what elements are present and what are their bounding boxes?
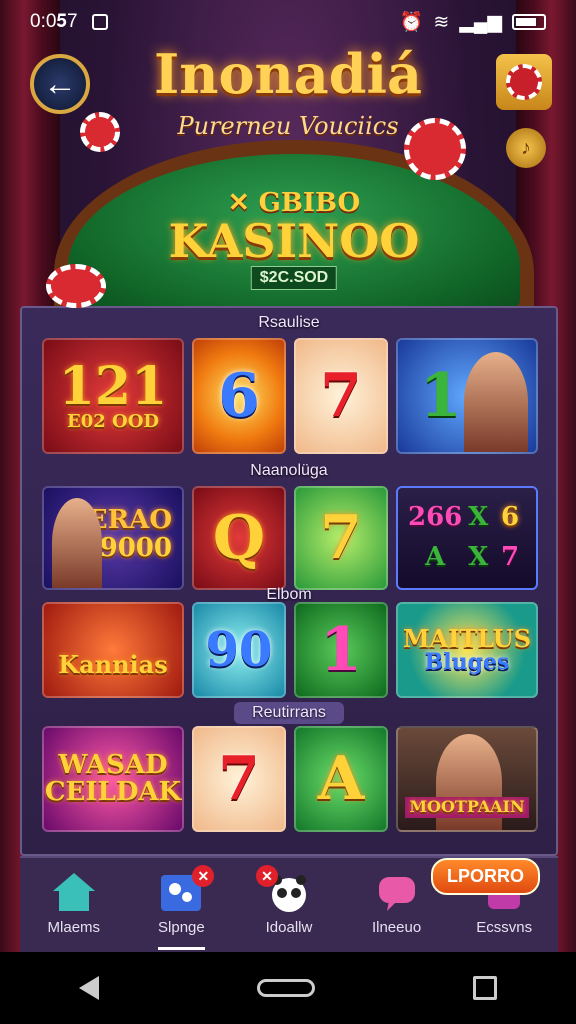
game-tile[interactable]: 7 bbox=[294, 486, 388, 590]
game-title: Q bbox=[212, 503, 266, 573]
game-subtitle: Bluges bbox=[424, 649, 510, 676]
game-title: 7 bbox=[320, 361, 362, 431]
game-title: 121 bbox=[58, 355, 168, 417]
game-tile[interactable]: Q bbox=[192, 486, 286, 590]
roulette-icon bbox=[506, 64, 542, 100]
nav-item-games[interactable]: ✕ Slpnge bbox=[128, 858, 236, 952]
game-title: MAITLUS bbox=[402, 623, 532, 653]
game-tile[interactable]: 90 bbox=[192, 602, 286, 698]
game-tile[interactable]: WASAD CEILDAK bbox=[42, 726, 184, 832]
nav-label: Ecssvns bbox=[476, 919, 533, 936]
game-title: 1 bbox=[420, 361, 462, 431]
status-time: 0:0𝟓7 bbox=[30, 11, 78, 32]
game-tile[interactable]: 1 bbox=[294, 602, 388, 698]
game-subtitle: E02 OOD bbox=[66, 410, 159, 432]
panda-icon: ✕ bbox=[255, 865, 312, 913]
game-tile[interactable]: MOOTPAAIN bbox=[396, 726, 538, 832]
active-tab-indicator bbox=[157, 947, 206, 950]
nav-badge: ✕ bbox=[255, 865, 278, 887]
game-title: Kannias bbox=[58, 650, 168, 680]
poker-chip-icon bbox=[80, 112, 120, 152]
nav-label: Mlaems bbox=[47, 919, 101, 936]
games-panel: Rsaulise 121 E02 OOD 6 7 1 Naanolüga ERA… bbox=[20, 306, 558, 856]
dealer-avatar bbox=[464, 352, 528, 452]
casino-table-banner[interactable]: ✕ GBIBO KASINOO $2C.SOD bbox=[54, 140, 534, 330]
nav-label: Ilneeuo bbox=[371, 919, 422, 936]
slot-machine-tile[interactable]: 266 X 6 A X 7 bbox=[396, 486, 538, 590]
magician-avatar bbox=[52, 498, 102, 588]
alarm-icon: ⏰ bbox=[399, 12, 424, 33]
thumb-icon: ♪ bbox=[521, 136, 531, 159]
game-title: 90 bbox=[205, 622, 273, 678]
game-tile[interactable]: A bbox=[294, 726, 388, 832]
status-bar: 0:0𝟓7 ⏰ ≋ ▂▄▆ bbox=[0, 0, 576, 44]
game-tile[interactable]: 121 E02 OOD bbox=[42, 338, 184, 454]
wifi-icon: ≋ bbox=[433, 11, 450, 33]
game-title: WASAD bbox=[58, 749, 168, 780]
nav-label: Idoallw bbox=[265, 919, 313, 936]
poker-chip-icon bbox=[46, 264, 106, 308]
game-tile[interactable]: 7 bbox=[294, 338, 388, 454]
notification-icon bbox=[91, 14, 108, 30]
home-pill-icon[interactable] bbox=[257, 979, 315, 997]
game-tile[interactable]: 7 bbox=[192, 726, 286, 832]
slot-symbol: 6 bbox=[501, 502, 520, 533]
game-title: 1 bbox=[320, 615, 362, 685]
roulette-menu-button[interactable] bbox=[496, 54, 552, 110]
game-tile[interactable]: Kannias bbox=[42, 602, 184, 698]
game-title: A bbox=[317, 744, 365, 814]
coin-button[interactable]: ♪ bbox=[506, 128, 546, 168]
game-title: 7 bbox=[320, 503, 362, 573]
section-pill[interactable]: Reutirrans bbox=[234, 702, 344, 724]
signal-icon: ▂▄▆ bbox=[459, 11, 502, 33]
section-title: Rsaulise bbox=[258, 314, 320, 331]
nav-item-profile[interactable]: ✕ Idoallw bbox=[235, 858, 343, 952]
battery-icon bbox=[512, 14, 546, 30]
slot-symbol: A bbox=[425, 542, 446, 573]
casino-app-screen: 0:0𝟓7 ⏰ ≋ ▂▄▆ ← ♪ Inonadiá Purerneu Vouc… bbox=[0, 0, 576, 1024]
game-tile[interactable]: ERAO 9000 bbox=[42, 486, 184, 590]
section-title: Naanolüga bbox=[250, 462, 328, 479]
table-amount: $2C.SOD bbox=[250, 266, 338, 290]
slot-symbol: 7 bbox=[501, 542, 520, 573]
nav-item-home[interactable]: Mlaems bbox=[20, 858, 128, 952]
chat-bubble-icon bbox=[374, 871, 420, 913]
table-felt: ✕ GBIBO KASINOO $2C.SOD bbox=[68, 154, 520, 316]
recents-square-icon[interactable] bbox=[473, 976, 497, 1000]
table-name: KASINOO bbox=[168, 214, 420, 268]
nav-label: Slpnge bbox=[158, 919, 205, 936]
game-subtitle: CEILDAK bbox=[44, 777, 182, 807]
game-title: MOOTPAAIN bbox=[405, 797, 529, 818]
slot-symbol: 266 bbox=[408, 502, 463, 533]
section-title: Reutirrans bbox=[22, 702, 556, 724]
puzzle-icon: ✕ bbox=[158, 865, 215, 913]
system-navigation-bar bbox=[0, 952, 576, 1024]
promo-badge[interactable]: LPORRO bbox=[430, 858, 540, 895]
back-triangle-icon[interactable] bbox=[79, 976, 99, 1000]
nav-badge: ✕ bbox=[192, 865, 215, 887]
game-tile[interactable]: 1 bbox=[396, 338, 538, 454]
game-tile[interactable]: 6 bbox=[192, 338, 286, 454]
game-title: 6 bbox=[218, 361, 260, 431]
game-subtitle: 9000 bbox=[99, 532, 172, 563]
game-title: 7 bbox=[218, 744, 260, 814]
slot-symbol: X bbox=[468, 502, 489, 533]
game-tile[interactable]: MAITLUS Bluges bbox=[396, 602, 538, 698]
arrow-left-icon: ← bbox=[43, 64, 77, 103]
home-icon bbox=[51, 871, 97, 913]
back-button[interactable]: ← bbox=[30, 54, 90, 114]
slot-symbol: X bbox=[468, 542, 489, 573]
